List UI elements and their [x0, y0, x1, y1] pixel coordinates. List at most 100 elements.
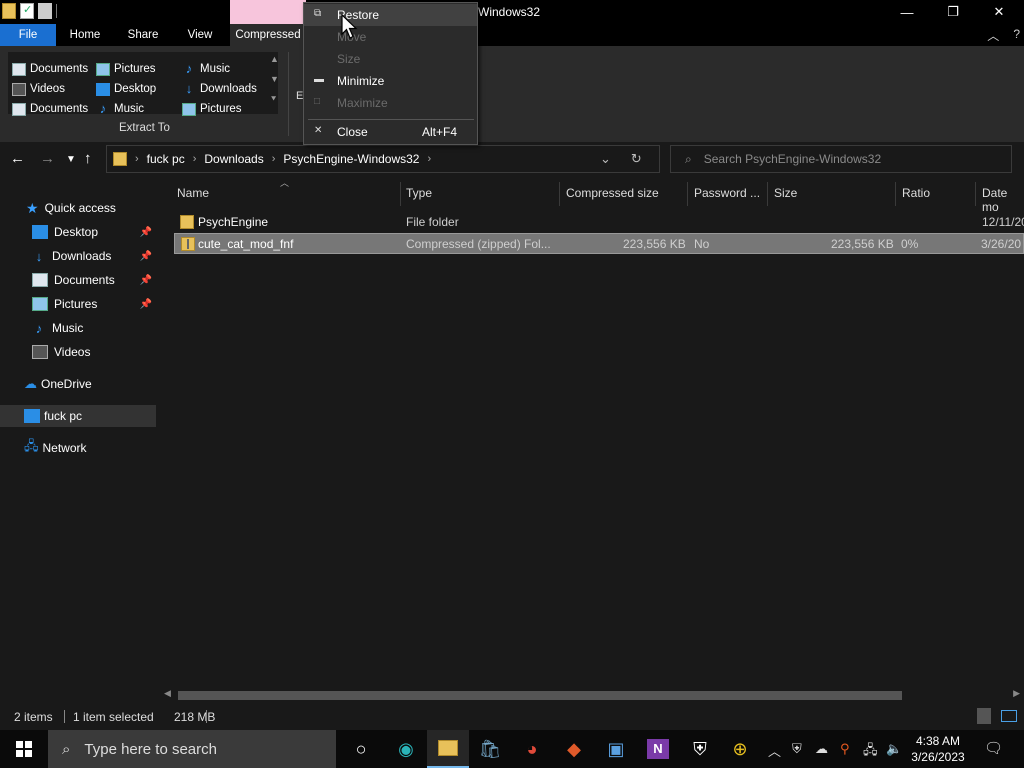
back-icon[interactable]: ← — [10, 150, 25, 167]
extract-to-music-2[interactable]: ♪ Music — [96, 100, 144, 118]
breadcrumb-current[interactable]: PsychEngine-Windows32 — [283, 152, 419, 166]
system-clock[interactable]: 4:38 AM 3/26/2023 — [906, 733, 970, 765]
menu-item-minimize[interactable]: ▬ Minimize — [304, 70, 477, 92]
gallery-scroll[interactable]: ▲ ▼ ⯆ — [270, 54, 279, 105]
notifications-icon[interactable]: 🗨 — [984, 739, 1003, 757]
large-icons-view-icon[interactable] — [1001, 710, 1017, 722]
taskbar-search-input[interactable]: Type here to search — [84, 741, 217, 758]
nav-quick-access[interactable]: ★ Quick access — [0, 197, 156, 219]
column-divider[interactable] — [559, 182, 560, 206]
horizontal-scrollbar[interactable]: ◀ ▶ — [158, 688, 1024, 702]
nav-videos[interactable]: Videos — [0, 341, 156, 363]
tab-file[interactable]: File — [0, 24, 56, 46]
nav-desktop[interactable]: Desktop 📌 — [0, 221, 156, 243]
nav-pictures[interactable]: Pictures 📌 — [0, 293, 156, 315]
menu-item-restore[interactable]: ⧉ Restore — [304, 4, 477, 26]
chevron-right-icon[interactable]: › — [427, 153, 431, 165]
file-row-cute-cat-mod[interactable]: cute_cat_mod_fnf Compressed (zipped) Fol… — [174, 233, 1024, 254]
show-hidden-icons[interactable]: ︿ — [768, 741, 781, 760]
column-size[interactable]: Size — [774, 186, 797, 200]
recent-locations-icon[interactable]: ▼ — [66, 154, 76, 165]
refresh-icon[interactable]: ↻ — [631, 151, 642, 167]
store-icon[interactable]: 🛍 — [469, 730, 511, 768]
extract-to-pictures[interactable]: Pictures — [96, 60, 156, 78]
close-window-button[interactable]: ✕ — [976, 0, 1022, 24]
tab-home[interactable]: Home — [60, 24, 110, 46]
column-date-modified[interactable]: Date mo — [982, 186, 1024, 214]
chevron-right-icon[interactable]: › — [193, 153, 197, 165]
history-dropdown-icon[interactable]: ⌄ — [600, 151, 611, 167]
chevron-right-icon[interactable]: › — [272, 153, 276, 165]
column-divider[interactable] — [687, 182, 688, 206]
extract-to-documents[interactable]: Documents — [12, 60, 88, 78]
column-password[interactable]: Password ... — [694, 186, 760, 200]
defender-tray-icon[interactable]: ⛨ — [792, 741, 802, 757]
network-tray-icon[interactable]: 🖧 — [863, 741, 878, 763]
new-folder-icon[interactable] — [38, 3, 52, 19]
nav-music[interactable]: ♪ Music — [0, 317, 156, 339]
start-button[interactable] — [0, 730, 48, 768]
nav-onedrive[interactable]: ☁ OneDrive — [0, 373, 156, 395]
up-icon[interactable]: ↑ — [84, 150, 92, 167]
nav-documents[interactable]: Documents 📌 — [0, 269, 156, 291]
extract-to-desktop[interactable]: Desktop — [96, 80, 156, 98]
breadcrumb-this-pc[interactable]: fuck pc — [147, 152, 185, 166]
selection-count: 1 item selected — [73, 710, 154, 724]
search-input[interactable]: Search PsychEngine-Windows32 — [704, 152, 881, 166]
minimize-button[interactable]: — — [884, 0, 930, 24]
tray-app-icon[interactable]: ⚲ — [840, 741, 850, 757]
column-compressed-size[interactable]: Compressed size — [566, 186, 659, 200]
tab-view[interactable]: View — [176, 24, 224, 46]
onedrive-tray-icon[interactable]: ☁ — [815, 741, 828, 757]
menu-item-close[interactable]: ✕ Close Alt+F4 — [304, 121, 477, 143]
app-icon-2[interactable]: ⊕ — [719, 730, 761, 768]
app-icon[interactable]: ◆ — [553, 730, 595, 768]
volume-icon[interactable]: 🔈 — [886, 741, 902, 757]
forward-icon[interactable]: → — [40, 150, 55, 167]
chevron-right-icon[interactable]: › — [135, 153, 139, 165]
extract-to-pictures-2[interactable]: Pictures — [182, 100, 242, 118]
search-box[interactable]: ⌕ Search PsychEngine-Windows32 — [670, 145, 1012, 173]
extract-to-downloads[interactable]: ↓ Downloads — [182, 80, 257, 98]
properties-icon[interactable] — [20, 3, 34, 19]
restore-button[interactable]: ❐ — [930, 0, 976, 24]
videos-icon — [32, 345, 48, 359]
extract-to-music[interactable]: ♪ Music — [182, 60, 230, 78]
tab-compressed[interactable]: Compressed — [230, 24, 306, 46]
details-view-icon[interactable] — [977, 708, 991, 724]
taskbar-search[interactable]: ⌕ Type here to search — [48, 730, 336, 768]
nav-network[interactable]: 🖧 Network — [0, 437, 156, 459]
onenote-icon[interactable]: N — [637, 730, 679, 768]
file-row-psychengine[interactable]: PsychEngine File folder 12/11/20 — [174, 212, 1024, 233]
column-divider[interactable] — [895, 182, 896, 206]
file-explorer-icon[interactable] — [427, 730, 469, 768]
search-icon: ⌕ — [685, 151, 692, 166]
tab-share[interactable]: Share — [118, 24, 168, 46]
photos-icon[interactable]: ▣ — [595, 730, 637, 768]
collapse-ribbon-icon[interactable]: ︿ — [987, 27, 999, 44]
column-divider[interactable] — [400, 182, 401, 206]
status-divider — [206, 710, 207, 723]
chrome-icon[interactable]: ◕ — [511, 730, 553, 768]
task-view-icon[interactable]: ○ — [340, 730, 382, 768]
security-icon[interactable]: ⛨ — [679, 730, 721, 768]
extract-to-documents-2[interactable]: Documents — [12, 100, 88, 118]
help-icon[interactable]: ? — [1013, 27, 1020, 44]
column-type[interactable]: Type — [406, 186, 432, 200]
toolbar-divider — [56, 4, 57, 18]
breadcrumb-downloads[interactable]: Downloads — [204, 152, 263, 166]
column-ratio[interactable]: Ratio — [902, 186, 930, 200]
scrollbar-thumb[interactable] — [178, 691, 902, 700]
scroll-left-icon[interactable]: ◀ — [164, 688, 171, 699]
extract-to-videos[interactable]: Videos — [12, 80, 65, 98]
nav-this-pc[interactable]: fuck pc — [0, 405, 156, 427]
column-divider[interactable] — [975, 182, 976, 206]
column-divider[interactable] — [767, 182, 768, 206]
scroll-right-icon[interactable]: ▶ — [1013, 688, 1020, 699]
window-context-menu: ⧉ Restore Move Size ▬ Minimize □ Maximiz… — [303, 2, 478, 145]
column-name[interactable]: Name — [177, 186, 209, 200]
edge-icon[interactable]: ◉ — [385, 730, 427, 768]
nav-downloads[interactable]: ↓ Downloads 📌 — [0, 245, 156, 267]
address-bar[interactable]: › fuck pc › Downloads › PsychEngine-Wind… — [106, 145, 660, 173]
folder-icon — [180, 215, 194, 229]
